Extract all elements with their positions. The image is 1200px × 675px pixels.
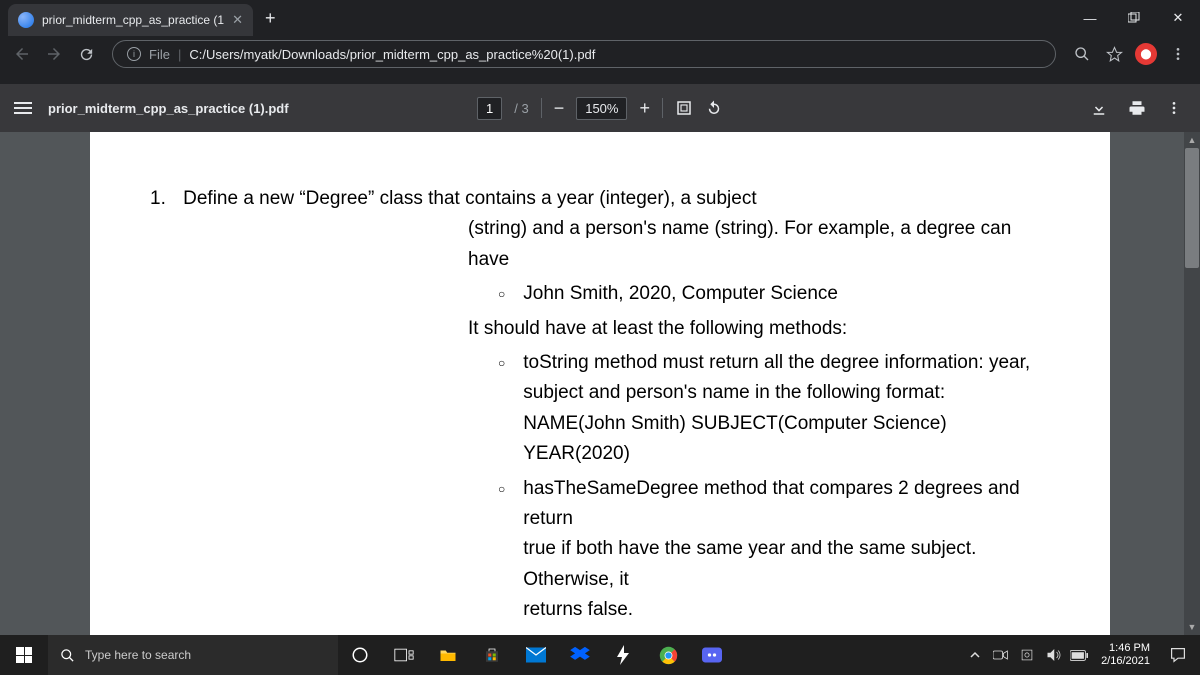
minimize-button[interactable]: — — [1068, 2, 1112, 34]
taskbar-apps — [338, 635, 734, 675]
reload-button[interactable] — [72, 40, 100, 68]
text-line: Define a new “Degree” class that contain… — [183, 188, 756, 209]
taskbar-search[interactable]: Type here to search — [48, 635, 338, 675]
divider — [541, 98, 542, 118]
taskbar-clock[interactable]: 1:46 PM 2/16/2021 — [1093, 642, 1158, 668]
fit-page-icon[interactable] — [675, 99, 693, 117]
search-icon — [60, 648, 75, 663]
text-line: toString method must return all the degr… — [523, 348, 1050, 378]
app-icon[interactable] — [602, 635, 646, 675]
task-view-icon[interactable] — [382, 635, 426, 675]
browser-chrome: prior_midterm_cpp_as_practice (1 ✕ + — ✕… — [0, 0, 1200, 84]
back-button[interactable] — [8, 40, 36, 68]
notifications-icon[interactable] — [1160, 647, 1196, 663]
location-icon[interactable] — [1015, 635, 1039, 675]
bullet-icon: ○ — [498, 348, 505, 470]
cortana-icon[interactable] — [338, 635, 382, 675]
close-tab-icon[interactable]: ✕ — [232, 12, 243, 28]
menu-icon[interactable] — [1164, 40, 1192, 68]
tab-strip: prior_midterm_cpp_as_practice (1 ✕ + — ✕ — [0, 0, 1200, 36]
extension-icon[interactable]: ⬤ — [1132, 40, 1160, 68]
tab-favicon — [18, 12, 34, 28]
scrollbar-thumb[interactable] — [1185, 148, 1199, 268]
zoom-in-button[interactable]: + — [639, 98, 650, 119]
start-button[interactable] — [0, 635, 48, 675]
pdf-viewport[interactable]: 1. Define a new “Degree” class that cont… — [0, 132, 1200, 635]
hamburger-menu-icon[interactable] — [14, 102, 32, 114]
zoom-icon[interactable] — [1068, 40, 1096, 68]
text-line: (string) and a person's name (string). F… — [468, 214, 1050, 275]
text-line: returns false. — [523, 595, 1050, 625]
bullet-icon: ○ — [498, 474, 505, 626]
zoom-level-input[interactable]: 150% — [576, 97, 627, 120]
text-line: true if both have the same year and the … — [523, 534, 1050, 595]
clock-time: 1:46 PM — [1101, 642, 1150, 655]
browser-tab[interactable]: prior_midterm_cpp_as_practice (1 ✕ — [8, 4, 253, 36]
bookmark-star-icon[interactable] — [1100, 40, 1128, 68]
tray-chevron-icon[interactable] — [963, 635, 987, 675]
discord-icon[interactable] — [690, 635, 734, 675]
windows-taskbar: Type here to search 1:46 PM 2/16/2021 — [0, 635, 1200, 675]
vertical-scrollbar[interactable]: ▲ ▼ — [1184, 132, 1200, 635]
clock-date: 2/16/2021 — [1101, 655, 1150, 668]
text-line: hasTheSameDegree method that compares 2 … — [523, 474, 1050, 535]
scroll-down-button[interactable]: ▼ — [1184, 619, 1200, 635]
print-icon[interactable] — [1128, 99, 1146, 117]
maximize-button[interactable] — [1112, 2, 1156, 34]
search-placeholder: Type here to search — [85, 648, 191, 662]
more-icon[interactable] — [1166, 100, 1182, 116]
download-icon[interactable] — [1090, 99, 1108, 117]
divider — [662, 98, 663, 118]
meet-now-icon[interactable] — [989, 635, 1013, 675]
ms-store-icon[interactable] — [470, 635, 514, 675]
battery-icon[interactable] — [1067, 635, 1091, 675]
pdf-toolbar: prior_midterm_cpp_as_practice (1).pdf 1 … — [0, 84, 1200, 132]
url-path: C:/Users/myatk/Downloads/prior_midterm_c… — [189, 47, 595, 62]
url-file-label: File — [149, 47, 170, 62]
dropbox-icon[interactable] — [558, 635, 602, 675]
close-window-button[interactable]: ✕ — [1156, 2, 1200, 34]
scroll-up-button[interactable]: ▲ — [1184, 132, 1200, 148]
forward-button[interactable] — [40, 40, 68, 68]
file-explorer-icon[interactable] — [426, 635, 470, 675]
page-total-label: / 3 — [514, 101, 528, 116]
window-controls: — ✕ — [1068, 2, 1200, 34]
chrome-icon[interactable] — [646, 635, 690, 675]
tab-title: prior_midterm_cpp_as_practice (1 — [42, 13, 224, 27]
system-tray: 1:46 PM 2/16/2021 — [963, 635, 1200, 675]
text-line: John Smith, 2020, Computer Science — [523, 279, 838, 309]
address-bar[interactable]: i File | C:/Users/myatk/Downloads/prior_… — [112, 40, 1056, 68]
mail-icon[interactable] — [514, 635, 558, 675]
text-line: It should have at least the following me… — [468, 314, 1050, 344]
url-separator: | — [178, 47, 181, 62]
text-line: subject and person's name in the followi… — [523, 378, 1050, 408]
question-number: 1. — [150, 188, 166, 209]
zoom-out-button[interactable]: − — [554, 98, 565, 119]
rotate-icon[interactable] — [705, 99, 723, 117]
browser-toolbar: i File | C:/Users/myatk/Downloads/prior_… — [0, 36, 1200, 72]
pdf-filename: prior_midterm_cpp_as_practice (1).pdf — [48, 101, 289, 116]
pdf-page: 1. Define a new “Degree” class that cont… — [90, 132, 1110, 635]
volume-icon[interactable] — [1041, 635, 1065, 675]
new-tab-button[interactable]: + — [253, 8, 288, 29]
page-number-input[interactable]: 1 — [477, 97, 502, 120]
text-line: NAME(John Smith) SUBJECT(Computer Scienc… — [523, 409, 1050, 470]
info-icon[interactable]: i — [127, 47, 141, 61]
bullet-icon: ○ — [498, 279, 505, 309]
